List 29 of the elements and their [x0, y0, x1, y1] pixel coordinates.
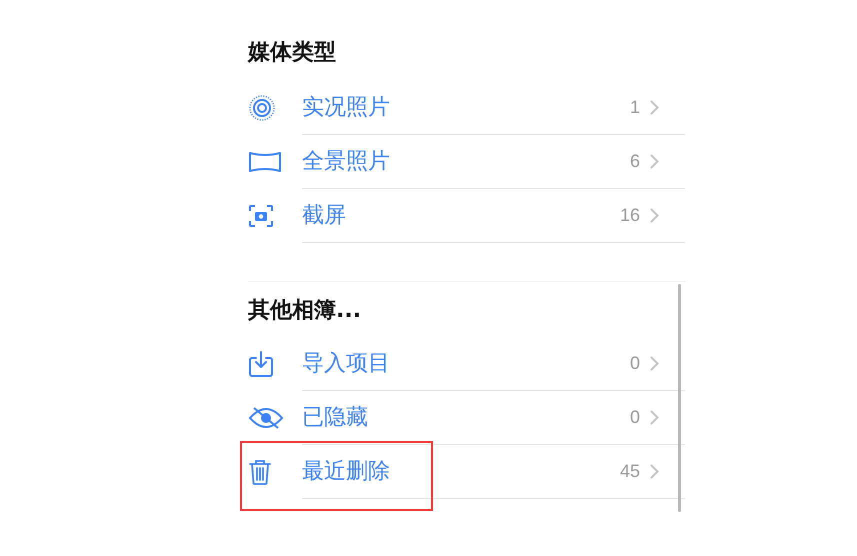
album-row[interactable]: 截屏 16: [248, 189, 685, 243]
album-label: 导入项目: [302, 350, 391, 378]
section-title: 媒体类型: [248, 39, 337, 67]
chevron-icon: [650, 100, 659, 115]
chevron-icon: [650, 464, 659, 479]
album-count: 0: [630, 406, 640, 429]
album-label: 实况照片: [302, 94, 391, 122]
live-photo-icon: [248, 94, 276, 122]
chevron-icon: [650, 356, 659, 371]
hidden-eye-icon: [248, 406, 284, 430]
album-count: 45: [620, 460, 640, 483]
album-label: 截屏: [302, 202, 347, 230]
album-count: 0: [630, 352, 640, 375]
album-count: 6: [630, 150, 640, 173]
album-row[interactable]: 全景照片 6: [248, 135, 685, 189]
section-title: 其他相簿...: [248, 297, 362, 325]
album-label: 全景照片: [302, 148, 391, 176]
album-row[interactable]: 实况照片 1: [248, 81, 685, 135]
album-label: 最近删除: [302, 458, 391, 486]
chevron-icon: [650, 410, 659, 425]
album-count: 16: [620, 204, 640, 227]
chevron-icon: [650, 154, 659, 169]
import-icon: [248, 350, 274, 378]
trash-icon: [248, 458, 272, 486]
album-count: 1: [630, 96, 640, 119]
panorama-icon: [248, 151, 282, 173]
album-label: 已隐藏: [302, 404, 369, 432]
screenshot-icon: [248, 204, 274, 228]
chevron-icon: [650, 208, 659, 223]
